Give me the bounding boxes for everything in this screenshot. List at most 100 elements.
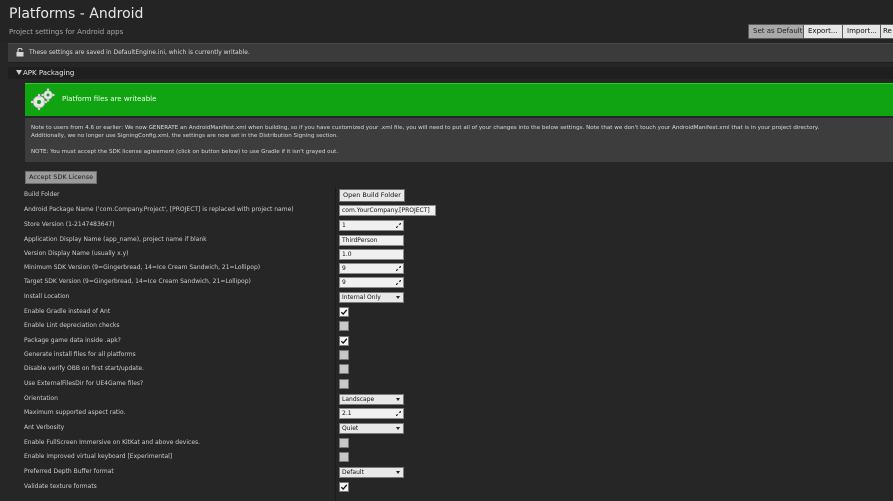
config-notice-text: These settings are saved in DefaultEngin… bbox=[29, 49, 250, 56]
row-app-display-name: Application Display Name (app_name), pro… bbox=[22, 233, 893, 247]
export-button[interactable]: Export... bbox=[803, 24, 843, 39]
virtual-keyboard-checkbox[interactable] bbox=[339, 452, 349, 462]
row-orientation: Orientation Landscape bbox=[22, 392, 893, 406]
checkmark-icon bbox=[340, 484, 348, 491]
spin-arrows-icon[interactable] bbox=[396, 266, 401, 271]
row-verify-obb: Disable verify OBB on first start/update… bbox=[22, 362, 893, 376]
header: Platforms - Android Project settings for… bbox=[0, 0, 893, 42]
package-data-checkbox[interactable] bbox=[339, 336, 349, 346]
spin-arrows-icon[interactable] bbox=[396, 280, 401, 285]
row-ant-verbosity: Ant Verbosity Quiet bbox=[22, 421, 893, 435]
label-package-data: Package game data inside .apk? bbox=[24, 337, 121, 344]
row-aspect-ratio: Maximum supported aspect ratio. 2.1 bbox=[22, 406, 893, 420]
spin-arrows-icon[interactable] bbox=[396, 411, 401, 416]
row-install-files: Generate install files for all platforms bbox=[22, 348, 893, 362]
chevron-down-icon bbox=[396, 296, 400, 299]
fullscreen-checkbox[interactable] bbox=[339, 438, 349, 448]
unlock-icon bbox=[16, 48, 24, 57]
row-package-name: Android Package Name ('com.Company.Proje… bbox=[22, 203, 893, 217]
chevron-down-icon bbox=[396, 471, 400, 474]
info-line-3: NOTE: You must accept the SDK license ag… bbox=[31, 149, 339, 155]
aspect-ratio-value: 2.1 bbox=[342, 410, 352, 417]
depth-buffer-dropdown[interactable]: Default bbox=[339, 467, 404, 478]
label-external-files: Use ExternalFilesDir for UE4Game files? bbox=[24, 380, 144, 387]
label-aspect-ratio: Maximum supported aspect ratio. bbox=[24, 409, 126, 416]
set-as-default-button[interactable]: Set as Default bbox=[748, 24, 808, 39]
label-package-name: Android Package Name ('com.Company.Proje… bbox=[24, 206, 294, 213]
install-location-dropdown[interactable]: Internal Only bbox=[339, 292, 404, 303]
checkmark-icon bbox=[340, 338, 348, 345]
label-depth-buffer: Preferred Depth Buffer format bbox=[24, 468, 114, 475]
page-subtitle: Project settings for Android apps bbox=[9, 28, 124, 36]
install-files-checkbox[interactable] bbox=[339, 350, 349, 360]
label-min-sdk: Minimum SDK Version (9=Gingerbread, 14=I… bbox=[24, 264, 261, 271]
row-lint-checks: Enable Lint depreciation checks bbox=[22, 319, 893, 333]
row-min-sdk: Minimum SDK Version (9=Gingerbread, 14=I… bbox=[22, 261, 893, 275]
row-target-sdk: Target SDK Version (9=Gingerbread, 14=Ic… bbox=[22, 275, 893, 289]
section-title: APK Packaging bbox=[23, 69, 75, 77]
install-location-value: Internal Only bbox=[342, 294, 381, 301]
open-build-folder-button[interactable]: Open Build Folder bbox=[339, 189, 405, 202]
store-version-spinbox[interactable]: 1 bbox=[339, 220, 404, 231]
label-enable-gradle: Enable Gradle instead of Ant bbox=[24, 308, 111, 315]
row-store-version: Store Version (1-2147483647) 1 bbox=[22, 218, 893, 232]
aspect-ratio-spinbox[interactable]: 2.1 bbox=[339, 408, 404, 419]
validate-textures-checkbox[interactable] bbox=[339, 482, 349, 492]
config-notice: These settings are saved in DefaultEngin… bbox=[8, 43, 893, 63]
spin-arrows-icon[interactable] bbox=[396, 223, 401, 228]
lint-checks-checkbox[interactable] bbox=[339, 321, 349, 331]
label-lint-checks: Enable Lint depreciation checks bbox=[24, 322, 120, 329]
enable-gradle-checkbox[interactable] bbox=[339, 307, 349, 317]
import-button[interactable]: Import... bbox=[842, 24, 882, 39]
label-build-folder: Build Folder bbox=[24, 191, 60, 198]
row-validate-textures: Validate texture formats bbox=[22, 480, 893, 494]
label-verify-obb: Disable verify OBB on first start/update… bbox=[24, 365, 144, 372]
info-panel: Note to users from 4.6 or earlier: We no… bbox=[25, 118, 893, 162]
row-version-display-name: Version Display Name (usually x.y) 1.0 bbox=[22, 247, 893, 261]
depth-buffer-value: Default bbox=[342, 469, 364, 476]
min-sdk-spinbox[interactable]: 9 bbox=[339, 263, 404, 274]
label-install-location: Install Location bbox=[24, 293, 70, 300]
label-ant-verbosity: Ant Verbosity bbox=[24, 424, 65, 431]
app-display-name-input[interactable]: ThirdPerson bbox=[339, 235, 404, 246]
label-store-version: Store Version (1-2147483647) bbox=[24, 221, 115, 228]
row-fullscreen: Enable FullScreen Immersive on KitKat an… bbox=[22, 436, 893, 450]
row-external-files: Use ExternalFilesDir for UE4Game files? bbox=[22, 377, 893, 391]
orientation-dropdown[interactable]: Landscape bbox=[339, 394, 404, 405]
label-fullscreen: Enable FullScreen Immersive on KitKat an… bbox=[24, 439, 201, 446]
verify-obb-checkbox[interactable] bbox=[339, 364, 349, 374]
collapse-arrow-icon[interactable] bbox=[16, 70, 22, 75]
label-validate-textures: Validate texture formats bbox=[24, 483, 97, 490]
info-line-2: Additionally, we no longer use SigningCo… bbox=[31, 133, 339, 139]
row-depth-buffer: Preferred Depth Buffer format Default bbox=[22, 465, 893, 479]
target-sdk-spinbox[interactable]: 9 bbox=[339, 277, 404, 288]
chevron-down-icon bbox=[396, 427, 400, 430]
label-target-sdk: Target SDK Version (9=Gingerbread, 14=Ic… bbox=[24, 278, 251, 285]
apk-packaging-section[interactable]: APK Packaging bbox=[8, 67, 893, 79]
row-enable-gradle: Enable Gradle instead of Ant bbox=[22, 305, 893, 319]
row-install-location: Install Location Internal Only bbox=[22, 290, 893, 304]
accept-sdk-license-button[interactable]: Accept SDK License bbox=[25, 171, 98, 184]
package-name-input[interactable]: com.YourCompany.[PROJECT] bbox=[339, 205, 436, 216]
row-package-data: Package game data inside .apk? bbox=[22, 334, 893, 348]
ant-verbosity-value: Quiet bbox=[342, 425, 359, 432]
info-line-1: Note to users from 4.6 or earlier: We no… bbox=[31, 125, 820, 131]
min-sdk-value: 9 bbox=[342, 265, 346, 272]
label-app-display-name: Application Display Name (app_name), pro… bbox=[24, 236, 207, 243]
label-orientation: Orientation bbox=[24, 395, 58, 402]
gears-icon bbox=[30, 88, 55, 111]
page-title: Platforms - Android bbox=[9, 6, 144, 22]
label-install-files: Generate install files for all platforms bbox=[24, 351, 136, 358]
platform-status-banner: Platform files are writeable bbox=[25, 83, 893, 116]
reset-button[interactable]: Re bbox=[880, 24, 893, 39]
store-version-value: 1 bbox=[342, 222, 346, 229]
row-build-folder: Build Folder Open Build Folder bbox=[22, 188, 893, 202]
label-virtual-keyboard: Enable improved virtual keyboard [Experi… bbox=[24, 453, 173, 460]
orientation-value: Landscape bbox=[342, 396, 375, 403]
ant-verbosity-dropdown[interactable]: Quiet bbox=[339, 423, 404, 434]
version-display-name-input[interactable]: 1.0 bbox=[339, 249, 404, 260]
checkmark-icon bbox=[340, 309, 348, 316]
external-files-checkbox[interactable] bbox=[339, 379, 349, 389]
label-version-display-name: Version Display Name (usually x.y) bbox=[24, 250, 129, 257]
target-sdk-value: 9 bbox=[342, 279, 346, 286]
